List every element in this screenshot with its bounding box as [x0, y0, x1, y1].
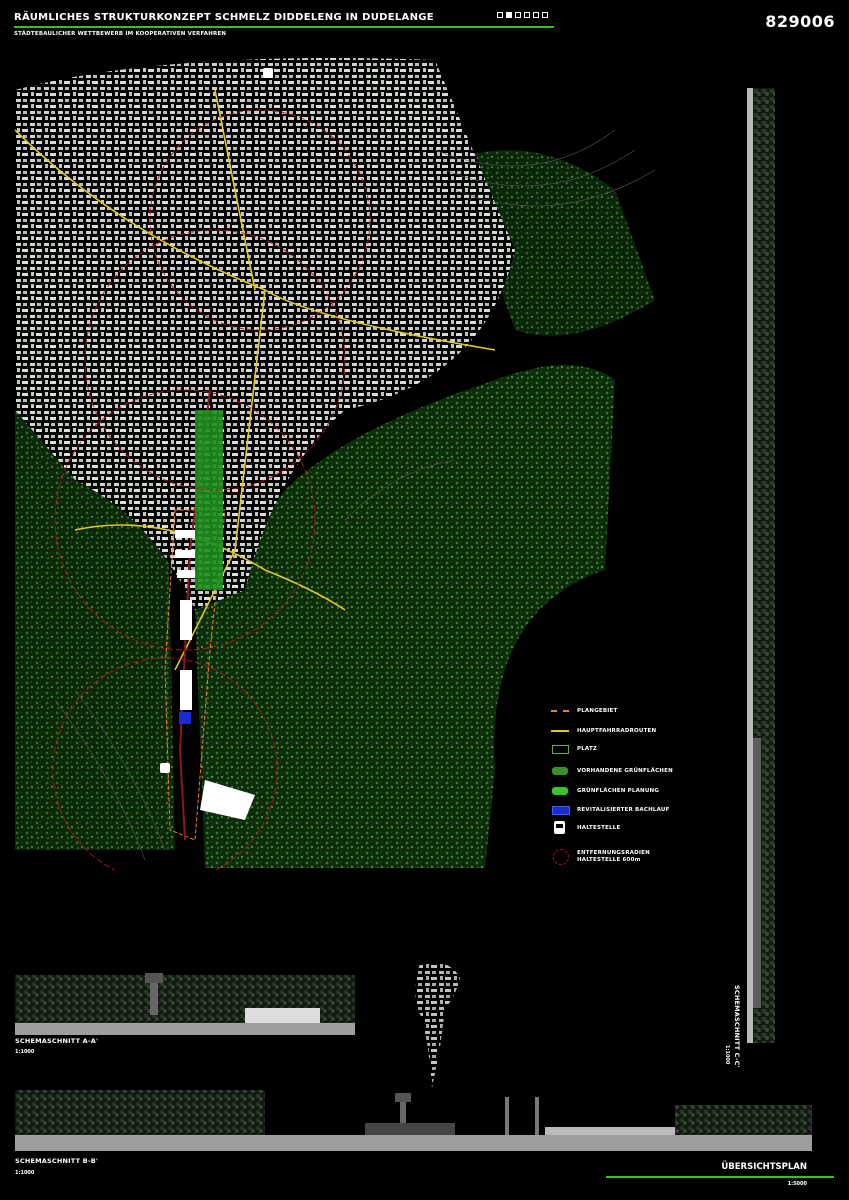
overview-underline [606, 1176, 834, 1178]
building-strip [753, 738, 761, 1008]
section-b-label: SCHEMASCHNITT B-B' [15, 1157, 99, 1165]
overview-title: ÜBERSICHTSPLAN [721, 1162, 807, 1172]
competition-code: 829006 [765, 12, 835, 31]
revitalised-creek [179, 712, 191, 724]
chimney [505, 1097, 509, 1135]
section-b-drawing [15, 1090, 812, 1151]
planned-green-area [195, 410, 223, 590]
overview-plan [415, 962, 460, 1088]
section-a-drawing [15, 973, 355, 1035]
red-circle-icon [551, 849, 571, 865]
section-c-label: SCHEMASCHNITT C-C' [733, 985, 741, 1068]
page-subtitle: STÄDTEBAULICHER WETTBEWERB IM KOOPERATIV… [14, 31, 227, 37]
overview-scale: 1:5000 [787, 1181, 807, 1187]
green-texture-icon [551, 766, 571, 776]
water-tower-head [145, 973, 163, 983]
page-indicator-dot[interactable] [515, 12, 521, 18]
chimney [535, 1097, 539, 1135]
building-section [545, 1127, 675, 1135]
green-texture-icon [551, 786, 571, 796]
building-section [365, 1123, 455, 1135]
page-indicator-dot[interactable] [524, 12, 530, 18]
section-a-label: SCHEMASCHNITT A-A' [15, 1037, 99, 1045]
legend-item-radius: ENTFERNUNGSRADIEN HALTESTELLE 600m [551, 849, 650, 865]
ground-line [747, 88, 753, 1043]
legend-item-station: HALTESTELLE [551, 821, 620, 834]
legend-item-planned-green: GRÜNFLÄCHEN PLANUNG [551, 786, 659, 796]
page-indicator-dot-active[interactable] [506, 12, 512, 18]
legend-item-existing-green: VORHANDENE GRÜNFLÄCHEN [551, 766, 673, 776]
page-indicator-dot[interactable] [533, 12, 539, 18]
page-indicator-dot[interactable] [497, 12, 503, 18]
site-plan-map [15, 58, 656, 870]
page-indicator-dot[interactable] [542, 12, 548, 18]
section-a-scale: 1:1000 [15, 1049, 35, 1055]
water-tower-head [395, 1093, 411, 1102]
line-icon [551, 726, 571, 736]
legend-item-platz: PLATZ [551, 744, 597, 754]
section-b-scale: 1:1000 [15, 1170, 35, 1176]
blue-box-icon [551, 805, 571, 815]
dashed-line-icon [551, 706, 571, 716]
page-title: RÄUMLICHES STRUKTURKONZEPT SCHMELZ DIDDE… [14, 12, 434, 23]
legend-item-creek: REVITALISIERTER BACHLAUF [551, 805, 670, 815]
section-c-scale: 1:1000 [724, 1045, 730, 1065]
vegetation [15, 1090, 265, 1135]
title-underline [14, 26, 554, 28]
ground-section [15, 1023, 355, 1035]
page-indicator[interactable] [497, 12, 548, 18]
section-c-strip [747, 88, 775, 1043]
legend-item-bike-routes: HAUPTFAHRRADROUTEN [551, 726, 656, 736]
legend-item-plangebiet: PLANGEBIET [551, 706, 617, 716]
train-icon [551, 821, 571, 834]
ground-section [15, 1135, 812, 1151]
outline-box-icon [551, 744, 571, 754]
vegetation [675, 1105, 812, 1135]
